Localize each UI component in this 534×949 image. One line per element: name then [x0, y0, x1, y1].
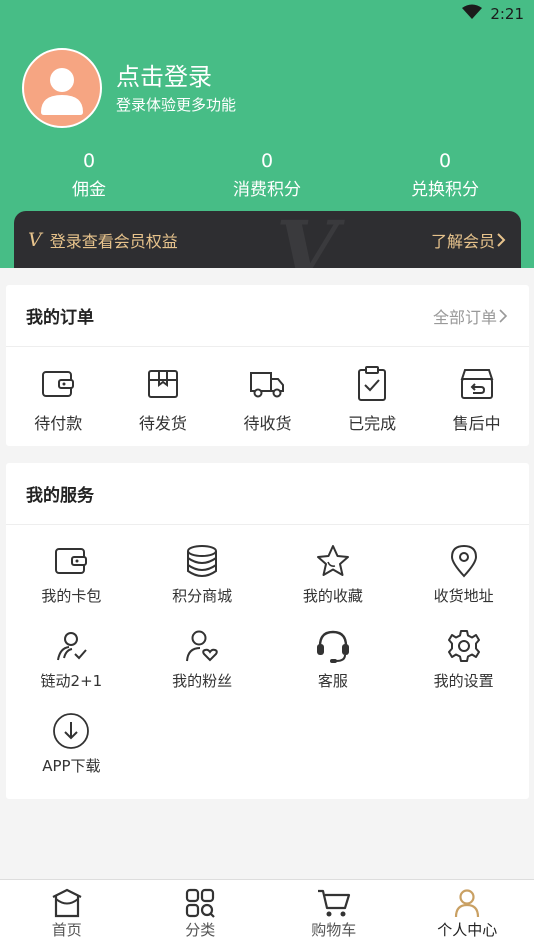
stat-consumption-points[interactable]: 0 消费积分 [178, 150, 356, 200]
order-completed[interactable]: 已完成 [320, 364, 425, 434]
status-bar: 2:21 [462, 4, 524, 24]
service-label: 链动2+1 [40, 672, 103, 690]
orders-card: 我的订单 全部订单 待付款 待发货 待收货 已完成 售后中 [6, 285, 529, 446]
card-wallet-icon [51, 541, 91, 581]
stat-value: 0 [438, 150, 452, 172]
order-label: 待付款 [34, 414, 83, 433]
vip-watermark-icon: V [276, 211, 339, 268]
service-label: 收货地址 [433, 587, 494, 605]
stat-exchange-points[interactable]: 0 兑换积分 [356, 150, 534, 200]
bottom-nav: 首页 分类 购物车 个人中心 [0, 879, 534, 949]
vip-more-label: 了解会员 [430, 231, 495, 251]
coins-stack-icon [182, 541, 222, 581]
stat-label: 佣金 [72, 180, 106, 200]
nav-label: 购物车 [311, 921, 357, 939]
download-circle-icon [51, 711, 91, 751]
service-customer-support[interactable]: 客服 [268, 626, 399, 711]
service-favorites[interactable]: 我的收藏 [268, 541, 399, 626]
service-label: 我的收藏 [302, 587, 363, 605]
star-icon [313, 541, 353, 581]
profile-header: 2:21 点击登录 登录体验更多功能 0 佣金 0 消费积分 0 兑换积分 V … [0, 0, 534, 268]
stat-commission[interactable]: 0 佣金 [0, 150, 178, 200]
stat-label: 消费积分 [233, 180, 301, 200]
chevron-right-icon [499, 308, 508, 323]
stat-label: 兑换积分 [411, 180, 479, 200]
cart-icon [317, 889, 350, 917]
order-label: 待收货 [243, 414, 292, 433]
service-label: 客服 [317, 672, 348, 690]
login-area[interactable]: 点击登录 登录体验更多功能 [22, 48, 236, 128]
order-after-sales[interactable]: 售后中 [424, 364, 529, 434]
users-link-icon [51, 626, 91, 666]
order-pending-shipment[interactable]: 待发货 [111, 364, 216, 434]
wifi-icon [462, 4, 483, 24]
person-icon [455, 889, 480, 918]
nav-label: 个人中心 [437, 921, 498, 939]
vip-text: 登录查看会员权益 [49, 231, 178, 251]
location-pin-icon [444, 541, 484, 581]
grid-search-icon [186, 888, 216, 918]
service-points-mall[interactable]: 积分商城 [137, 541, 268, 626]
service-settings[interactable]: 我的设置 [398, 626, 529, 711]
vip-badge: V [28, 228, 42, 251]
service-label: APP下载 [42, 757, 101, 775]
service-label: 我的设置 [433, 672, 494, 690]
wallet-icon [38, 364, 78, 404]
home-icon [52, 888, 82, 918]
stat-value: 0 [260, 150, 274, 172]
service-app-download[interactable]: APP下载 [6, 711, 137, 796]
order-label: 已完成 [348, 414, 397, 433]
order-label: 待发货 [138, 414, 187, 433]
status-time: 2:21 [490, 5, 524, 23]
services-card: 我的服务 我的卡包 积分商城 我的收藏 收货地址 链动2+1 我的粉丝 客服 我… [6, 463, 529, 799]
order-pending-payment[interactable]: 待付款 [6, 364, 111, 434]
all-orders-link[interactable]: 全部订单 [433, 304, 509, 328]
all-orders-label: 全部订单 [432, 307, 497, 327]
package-icon [143, 364, 183, 404]
clipboard-check-icon [352, 364, 392, 404]
vip-banner[interactable]: V V 登录查看会员权益 了解会员 [14, 211, 521, 268]
services-title: 我的服务 [26, 486, 94, 506]
headset-icon [313, 626, 353, 666]
user-heart-icon [182, 626, 222, 666]
service-chain-link[interactable]: 链动2+1 [6, 626, 137, 711]
truck-icon [247, 364, 287, 404]
gear-icon [444, 626, 484, 666]
service-address[interactable]: 收货地址 [398, 541, 529, 626]
login-title[interactable]: 点击登录 [116, 62, 236, 92]
service-fans[interactable]: 我的粉丝 [137, 626, 268, 711]
nav-cart[interactable]: 购物车 [267, 880, 401, 949]
service-label: 我的粉丝 [172, 672, 233, 690]
orders-title: 我的订单 [26, 308, 94, 328]
nav-profile[interactable]: 个人中心 [401, 880, 534, 949]
nav-category[interactable]: 分类 [134, 880, 268, 949]
nav-label: 分类 [185, 921, 216, 939]
order-pending-receipt[interactable]: 待收货 [215, 364, 320, 434]
avatar-person-icon [41, 68, 83, 115]
service-card-wallet[interactable]: 我的卡包 [6, 541, 137, 626]
return-box-icon [457, 364, 497, 404]
vip-more-link[interactable]: 了解会员 [431, 228, 507, 252]
nav-home[interactable]: 首页 [0, 880, 134, 949]
nav-label: 首页 [51, 921, 82, 939]
service-label: 积分商城 [172, 587, 233, 605]
stats-row: 0 佣金 0 消费积分 0 兑换积分 [0, 150, 534, 200]
login-subtitle: 登录体验更多功能 [116, 95, 237, 114]
service-label: 我的卡包 [41, 587, 102, 605]
avatar[interactable] [22, 48, 102, 128]
order-label: 售后中 [452, 414, 501, 433]
chevron-right-icon [497, 232, 506, 247]
stat-value: 0 [82, 150, 96, 172]
